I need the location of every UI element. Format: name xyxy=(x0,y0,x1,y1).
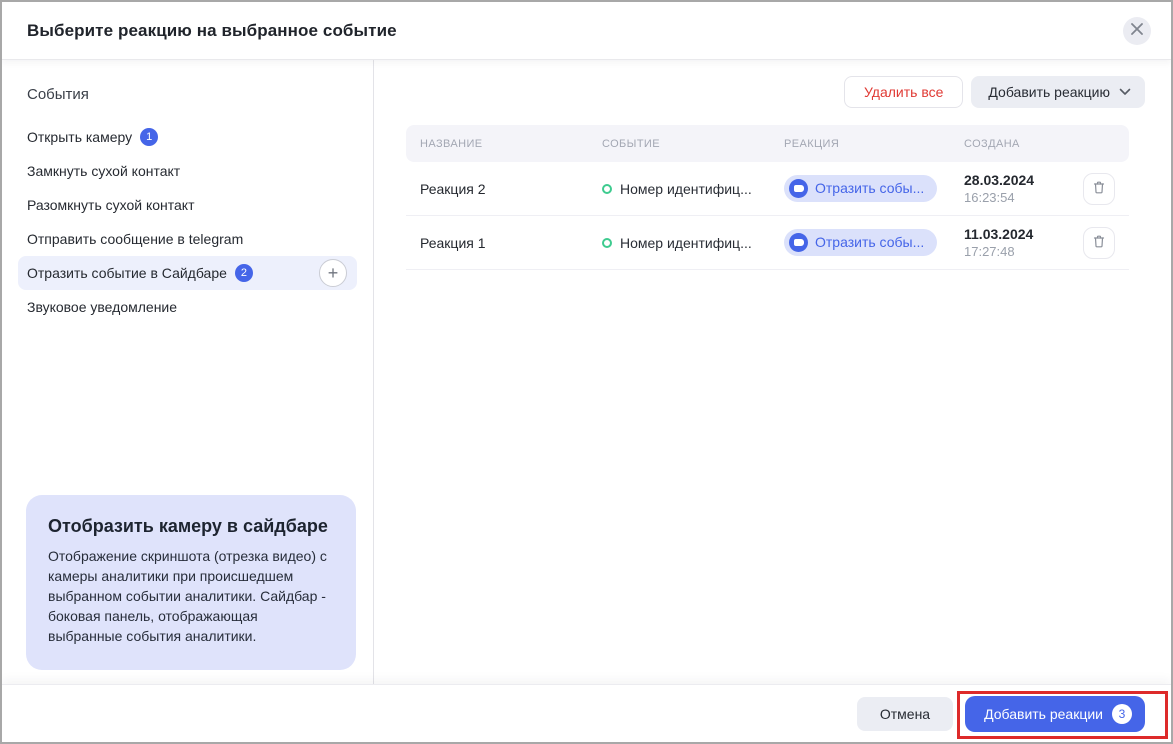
dialog-body: События Открыть камеру 1 Замкнуть сухой … xyxy=(2,60,1171,684)
reaction-type-cell: Отразить собы... xyxy=(784,229,964,257)
dialog-footer: Отмена Добавить реакции 3 xyxy=(2,684,1171,742)
reaction-event-label: Номер идентифиц... xyxy=(620,181,752,197)
table-row: Реакция 2 Номер идентифиц... Отразить со… xyxy=(406,162,1129,216)
delete-row-button[interactable] xyxy=(1083,227,1115,259)
sidebar-item-send-telegram[interactable]: Отправить сообщение в telegram xyxy=(18,222,357,256)
sidebar-reaction-icon xyxy=(789,179,808,198)
table-row: Реакция 1 Номер идентифиц... Отразить со… xyxy=(406,216,1129,270)
delete-all-button[interactable]: Удалить все xyxy=(844,76,963,108)
created-time: 17:27:48 xyxy=(964,244,1067,259)
event-list: Открыть камеру 1 Замкнуть сухой контакт … xyxy=(2,120,373,324)
close-button[interactable] xyxy=(1123,17,1151,45)
column-header-event: СОБЫТИЕ xyxy=(602,138,784,150)
sidebar-item-open-dry-contact[interactable]: Разомкнуть сухой контакт xyxy=(18,188,357,222)
reaction-type-badge[interactable]: Отразить собы... xyxy=(784,175,937,202)
reaction-type-badge[interactable]: Отразить собы... xyxy=(784,229,937,256)
add-reaction-dropdown-label: Добавить реакцию xyxy=(988,84,1110,100)
sidebar-item-sound-notification[interactable]: Звуковое уведомление xyxy=(18,290,357,324)
sidebar-heading: События xyxy=(2,86,373,120)
reactions-table: НАЗВАНИЕ СОБЫТИЕ РЕАКЦИЯ СОЗДАНА Реакция… xyxy=(406,125,1129,270)
column-header-reaction: РЕАКЦИЯ xyxy=(784,138,964,150)
event-item-label: Разомкнуть сухой контакт xyxy=(27,197,195,213)
reaction-event-cell: Номер идентифиц... xyxy=(602,235,784,251)
dialog-title: Выберите реакцию на выбранное событие xyxy=(27,21,397,41)
info-box-description: Отображение скриншота (отрезка видео) с … xyxy=(48,546,334,646)
reaction-type-label: Отразить собы... xyxy=(815,234,924,250)
created-date: 11.03.2024 xyxy=(964,226,1067,242)
delete-row-button[interactable] xyxy=(1083,173,1115,205)
reaction-type-cell: Отразить собы... xyxy=(784,175,964,203)
count-badge: 1 xyxy=(140,128,158,146)
submit-reactions-button[interactable]: Добавить реакции 3 xyxy=(965,696,1145,732)
events-sidebar: События Открыть камеру 1 Замкнуть сухой … xyxy=(2,60,374,684)
add-reaction-plus-button[interactable]: + xyxy=(319,259,347,287)
close-icon xyxy=(1131,17,1143,45)
count-badge: 2 xyxy=(235,264,253,282)
event-item-label: Отразить событие в Сайдбаре xyxy=(27,265,227,281)
reaction-name: Реакция 2 xyxy=(420,181,602,197)
event-status-icon xyxy=(602,238,612,248)
sidebar-item-show-in-sidebar[interactable]: Отразить событие в Сайдбаре 2 + xyxy=(18,256,357,290)
sidebar-item-close-dry-contact[interactable]: Замкнуть сухой контакт xyxy=(18,154,357,188)
reaction-name: Реакция 1 xyxy=(420,235,602,251)
trash-icon xyxy=(1092,234,1106,252)
event-item-label: Открыть камеру xyxy=(27,129,132,145)
reaction-type-label: Отразить собы... xyxy=(815,180,924,196)
cancel-button[interactable]: Отмена xyxy=(857,697,953,731)
column-header-name: НАЗВАНИЕ xyxy=(420,138,602,150)
created-cell: 11.03.2024 17:27:48 xyxy=(964,226,1067,259)
created-date: 28.03.2024 xyxy=(964,172,1067,188)
event-info-box: Отобразить камеру в сайдбаре Отображение… xyxy=(26,495,356,670)
event-item-label: Звуковое уведомление xyxy=(27,299,177,315)
event-item-label: Отправить сообщение в telegram xyxy=(27,231,243,247)
created-time: 16:23:54 xyxy=(964,190,1067,205)
event-item-label: Замкнуть сухой контакт xyxy=(27,163,180,179)
created-cell: 28.03.2024 16:23:54 xyxy=(964,172,1067,205)
column-header-created: СОЗДАНА xyxy=(964,138,1067,150)
info-box-title: Отобразить камеру в сайдбаре xyxy=(48,516,334,537)
reaction-event-label: Номер идентифиц... xyxy=(620,235,752,251)
chevron-down-icon xyxy=(1119,88,1131,96)
reactions-toolbar: Удалить все Добавить реакцию xyxy=(406,76,1145,108)
table-header-row: НАЗВАНИЕ СОБЫТИЕ РЕАКЦИЯ СОЗДАНА xyxy=(406,125,1129,162)
sidebar-reaction-icon xyxy=(789,233,808,252)
trash-icon xyxy=(1092,180,1106,198)
plus-icon: + xyxy=(328,264,339,282)
dialog-header: Выберите реакцию на выбранное событие xyxy=(2,2,1171,60)
event-status-icon xyxy=(602,184,612,194)
reaction-dialog: Выберите реакцию на выбранное событие Со… xyxy=(0,0,1173,744)
reactions-panel: Удалить все Добавить реакцию НАЗВАНИЕ СО… xyxy=(374,60,1171,684)
sidebar-item-open-camera[interactable]: Открыть камеру 1 xyxy=(18,120,357,154)
reaction-event-cell: Номер идентифиц... xyxy=(602,181,784,197)
submit-button-label: Добавить реакции xyxy=(984,706,1103,722)
add-reaction-dropdown-button[interactable]: Добавить реакцию xyxy=(971,76,1145,108)
submit-count-badge: 3 xyxy=(1112,704,1132,724)
